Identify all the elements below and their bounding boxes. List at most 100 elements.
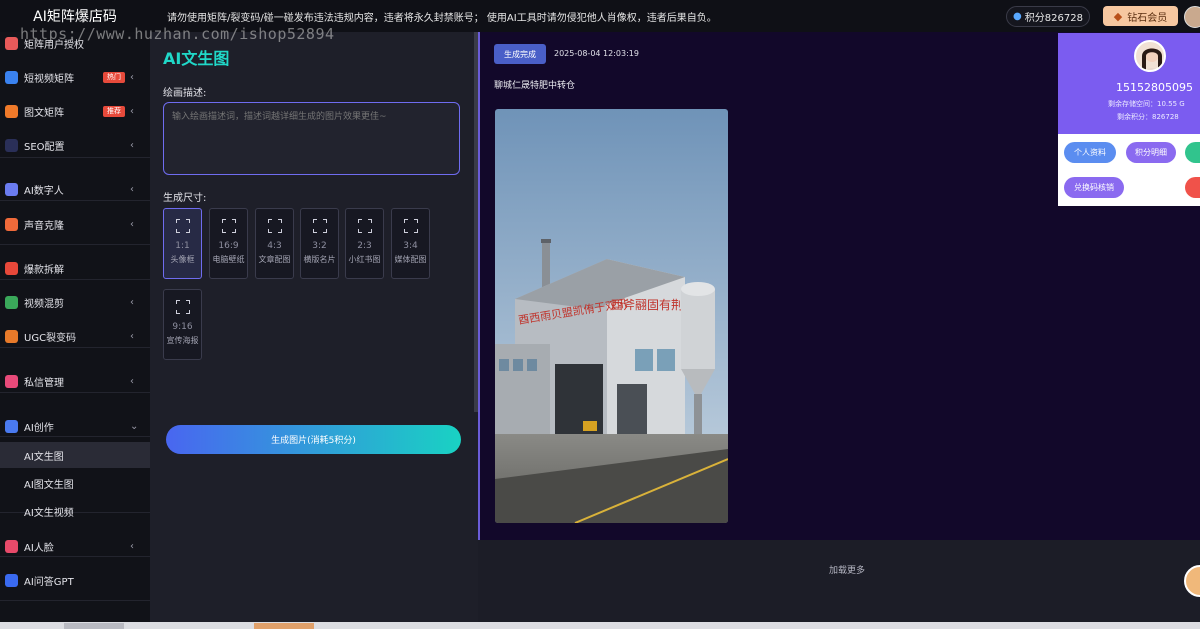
- sidebar-item[interactable]: 矩阵用户授权: [0, 30, 150, 56]
- chevron-left-icon: ‹: [130, 218, 134, 230]
- sidebar-item[interactable]: 私信管理 ‹: [0, 368, 150, 394]
- points-pill[interactable]: ● 积分826728: [1006, 6, 1090, 27]
- load-more-area: [478, 540, 1200, 629]
- sidebar-item[interactable]: 短视频矩阵 热门 ‹: [0, 64, 150, 90]
- load-more-button[interactable]: 加载更多: [829, 563, 865, 576]
- sidebar-item-label: AI数字人: [24, 185, 64, 197]
- chevron-down-icon: ⌄: [130, 420, 139, 432]
- gpt-icon: [5, 573, 18, 587]
- ai-create-icon: [5, 419, 18, 433]
- crop-frame-icon: [175, 300, 190, 314]
- digital-human-icon: [5, 182, 18, 196]
- size-option[interactable]: 16:9 电脑壁纸: [209, 208, 248, 279]
- sidebar-item-label: 短视频矩阵: [24, 73, 74, 85]
- user-avatar: [1134, 40, 1166, 72]
- logout-button[interactable]: [1185, 177, 1200, 198]
- sidebar-item-label: SEO配置: [24, 141, 65, 153]
- sidebar-item[interactable]: UGC裂变码 ‹: [0, 323, 150, 349]
- chevron-left-icon: ‹: [130, 375, 134, 387]
- sidebar-item[interactable]: SEO配置 ‹: [0, 132, 150, 158]
- avatar[interactable]: [1184, 6, 1200, 28]
- voice-clone-icon: [5, 217, 18, 231]
- points-label: 积分826728: [1024, 13, 1083, 24]
- prompt-input[interactable]: [163, 102, 460, 175]
- sidebar-item[interactable]: 图文矩阵 推荐 ‹: [0, 98, 150, 124]
- sidebar-item-label: 视频混剪: [24, 298, 64, 310]
- sidebar-badge: 热门: [103, 71, 125, 83]
- size-name: 头像框: [170, 255, 195, 264]
- sidebar-divider: [0, 556, 150, 557]
- points-detail-button[interactable]: 积分明细: [1126, 142, 1176, 163]
- status-badge: 生成完成: [494, 44, 546, 64]
- message-icon: [5, 374, 18, 388]
- crop-frame-icon: [403, 219, 418, 233]
- extra-button[interactable]: [1185, 142, 1200, 163]
- crop-frame-icon: [267, 219, 282, 233]
- sidebar-item-label: AI创作: [24, 422, 54, 434]
- sidebar-subitem[interactable]: AI文生图: [0, 442, 150, 468]
- size-option[interactable]: 3:2 横版名片: [300, 208, 339, 279]
- size-name: 文章配图: [258, 255, 291, 264]
- size-option[interactable]: 2:3 小红书图: [345, 208, 384, 279]
- sidebar-item[interactable]: 声音克隆 ‹: [0, 211, 150, 237]
- user-phone: 15152805095: [1116, 81, 1193, 94]
- size-option[interactable]: 4:3 文章配图: [255, 208, 294, 279]
- sidebar-divider: [0, 200, 150, 201]
- user-storage: 剩余存储空间：10.55 G: [1108, 100, 1185, 108]
- taskbar-item[interactable]: [64, 623, 124, 629]
- app-title[interactable]: AI矩阵爆店码: [0, 6, 150, 26]
- taskbar: [0, 622, 1200, 629]
- crop-frame-icon: [312, 219, 327, 233]
- sidebar-divider: [0, 157, 150, 158]
- redeem-button[interactable]: 兑换码核销: [1064, 177, 1124, 198]
- sidebar-item-label: 爆款拆解: [24, 264, 64, 276]
- size-ratio: 3:2: [312, 241, 327, 251]
- sidebar-divider: [0, 392, 150, 393]
- crop-frame-icon: [221, 219, 236, 233]
- generated-image[interactable]: 酉西雨贝盟凯侑于双汛 酉斧翮固有荆: [495, 109, 728, 523]
- size-ratio: 2:3: [357, 241, 372, 251]
- profile-button[interactable]: 个人资料: [1064, 142, 1116, 163]
- size-option[interactable]: 9:16 宣传海报: [163, 289, 202, 360]
- vip-label: 钻石会员: [1127, 12, 1168, 24]
- building-sign-right: 酉斧翮固有荆: [611, 298, 683, 312]
- sidebar-divider: [0, 279, 150, 280]
- sidebar-divider: [0, 436, 150, 437]
- sidebar-divider: [0, 244, 150, 245]
- diamond-icon: ◆: [1113, 9, 1123, 23]
- size-option[interactable]: 1:1 头像框: [163, 208, 202, 279]
- vip-button[interactable]: ◆ 钻石会员: [1103, 6, 1178, 26]
- size-label: 生成尺寸:: [163, 193, 207, 204]
- sidebar-item[interactable]: 爆款拆解: [0, 255, 150, 281]
- size-ratio: 3:4: [403, 241, 418, 251]
- sidebar-item[interactable]: AI问答GPT: [0, 567, 150, 593]
- sidebar-subitem[interactable]: AI文生视频: [0, 498, 150, 524]
- video-edit-icon: [5, 295, 18, 309]
- size-ratio: 16:9: [218, 241, 239, 251]
- size-ratio: 1:1: [175, 241, 190, 251]
- size-name: 宣传海报: [166, 336, 199, 345]
- sidebar-divider: [0, 600, 150, 601]
- sidebar-item-label: AI人脸: [24, 542, 54, 554]
- page-title: AI文生图: [163, 49, 230, 68]
- crop-frame-icon: [175, 219, 190, 233]
- result-prompt: 聊城仁晟特肥中转仓: [494, 81, 576, 91]
- crop-frame-icon: [357, 219, 372, 233]
- chevron-left-icon: ‹: [130, 71, 134, 83]
- chevron-left-icon: ‹: [130, 296, 134, 308]
- taskbar-item[interactable]: [254, 623, 314, 629]
- prompt-label: 绘画描述:: [163, 88, 207, 99]
- size-ratio: 4:3: [267, 241, 282, 251]
- sidebar-item-label: 私信管理: [24, 377, 64, 389]
- size-option[interactable]: 3:4 媒体配图: [391, 208, 430, 279]
- size-name: 横版名片: [303, 255, 336, 264]
- face-icon: [5, 539, 18, 553]
- size-name: 媒体配图: [394, 255, 427, 264]
- sidebar-item[interactable]: 视频混剪 ‹: [0, 289, 150, 315]
- sidebar-item[interactable]: AI数字人 ‹: [0, 176, 150, 202]
- sidebar-subitem[interactable]: AI图文生图: [0, 470, 150, 496]
- size-ratio: 9:16: [172, 322, 193, 332]
- sidebar: 矩阵用户授权 短视频矩阵 热门 ‹ 图文矩阵 推荐 ‹ SEO配置 ‹ AI数字人 ‹ 声音克隆 ‹ 爆款…: [0, 32, 150, 629]
- points-icon: ●: [1013, 11, 1022, 22]
- generate-button[interactable]: 生成图片(消耗5积分): [166, 425, 461, 454]
